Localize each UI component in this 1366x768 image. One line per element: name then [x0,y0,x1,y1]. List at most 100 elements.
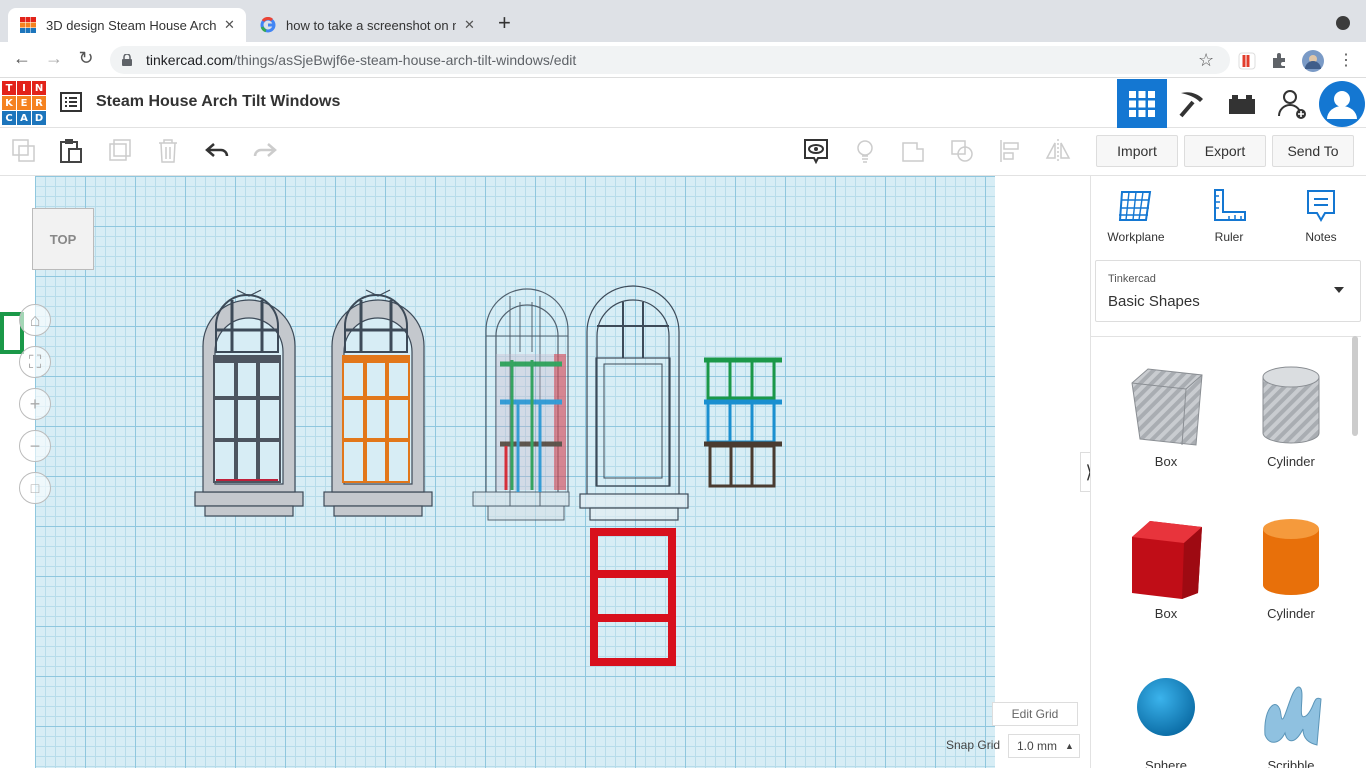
stepper-icon: ▲ [1065,741,1074,751]
notes-visibility-icon[interactable] [803,138,829,164]
fit-view-icon[interactable]: ⛶ [19,346,51,378]
reload-icon[interactable]: ↻ [74,48,98,69]
shape-cylinder-hole[interactable]: Cylinder [1236,361,1346,469]
delete-icon[interactable] [155,138,181,164]
mode-3d-design-button[interactable] [1117,79,1167,128]
url-host: tinkercad.com [146,52,234,68]
logo-letter: I [17,81,31,95]
redo-icon[interactable] [252,138,278,164]
logo-letter: D [32,111,46,125]
lock-icon [122,54,132,66]
ungroup-icon[interactable] [949,138,975,164]
panel-scrollbar[interactable] [1352,336,1358,436]
tab-title: 3D design Steam House Arch Tilt W [46,17,216,33]
back-icon[interactable]: ← [10,48,34,69]
group-icon[interactable] [900,138,926,164]
snap-grid-label: Snap Grid [946,738,1001,752]
grid-view-icon [1129,90,1155,117]
bookmark-star-icon[interactable]: ☆ [1198,50,1214,71]
arch-window-4-outline[interactable] [579,285,689,521]
sash-red[interactable] [590,528,676,666]
arch-window-2[interactable] [323,289,433,517]
home-view-icon[interactable]: ⌂ [19,304,51,336]
arch-window-3-transparent[interactable] [472,288,570,521]
zoom-out-icon[interactable]: − [19,430,51,462]
profile-avatar[interactable] [1302,50,1324,72]
edit-grid-button[interactable]: Edit Grid [992,702,1078,726]
close-tab-icon[interactable]: ✕ [224,17,235,33]
mirror-icon[interactable] [1045,138,1071,164]
notes-label: Notes [1305,230,1337,244]
shape-label: Box [1154,606,1178,621]
shape-cylinder[interactable]: Cylinder [1236,513,1346,621]
pickaxe-icon [1179,91,1203,117]
user-avatar[interactable] [1317,79,1366,128]
import-button[interactable]: Import [1096,135,1178,167]
ruler-tool[interactable]: Ruler [1189,188,1269,244]
extension-icon[interactable] [1238,52,1256,70]
google-icon [260,17,276,33]
perspective-icon[interactable]: □ [19,472,51,504]
mode-blocks-button[interactable] [1167,79,1217,128]
notes-tool[interactable]: Notes [1281,188,1361,244]
snap-grid-select[interactable]: 1.0 mm ▲ [1008,734,1080,758]
shape-library-select[interactable]: Tinkercad Basic Shapes [1095,260,1361,322]
lightbulb-icon[interactable] [852,138,878,164]
url-path: /things/asSjeBwjf6e-steam-house-arch-til… [233,52,577,68]
shapes-panel: Workplane Ruler Notes Tinkercad Basic Sh… [1090,176,1366,768]
notes-icon [1307,190,1335,223]
chrome-menu-icon[interactable]: ⋮ [1338,50,1354,70]
tinkercad-logo[interactable]: T I N K E R C A D [2,81,46,125]
library-name: Basic Shapes [1108,293,1200,310]
workplane-canvas[interactable]: TOP ⌂ ⛶ + − □ ⟩ Edit Grid Snap Grid 1.0 … [0,176,1090,768]
shape-label: Cylinder [1267,454,1315,469]
add-user-icon [1278,89,1306,119]
sphere-icon [1137,678,1195,736]
align-icon[interactable] [998,138,1024,164]
tab-tinkercad[interactable]: 3D design Steam House Arch Tilt W ✕ [8,8,246,42]
tab-search-icon[interactable] [1336,16,1350,30]
zoom-in-icon[interactable]: + [19,388,51,420]
shape-scribble[interactable]: Scribble [1236,665,1346,768]
workplane-label: Workplane [1107,230,1165,244]
logo-letter: T [2,81,16,95]
ruler-icon [1214,189,1246,221]
shape-grid: Box Cylinder Box Cylinder Sphere Scribbl… [1091,336,1361,768]
export-button[interactable]: Export [1184,135,1266,167]
shape-label: Box [1154,454,1178,469]
address-bar-row: ← → ↻ tinkercad.com/things/asSjeBwjf6e-s… [0,42,1366,78]
url-field[interactable]: tinkercad.com/things/asSjeBwjf6e-steam-h… [110,46,1230,74]
forward-icon[interactable]: → [42,48,66,69]
view-cube[interactable]: TOP [32,208,94,270]
workplane-tool[interactable]: Workplane [1096,188,1176,244]
browser-tab-bar: 3D design Steam House Arch Tilt W ✕ how … [0,0,1366,42]
shape-label: Sphere [1145,758,1187,768]
design-scene[interactable] [0,176,1090,768]
copy-icon[interactable] [11,138,37,164]
duplicate-icon[interactable] [107,138,133,164]
tinkercad-favicon-icon [20,17,36,33]
close-tab-icon[interactable]: ✕ [464,17,475,33]
mode-bricks-button[interactable] [1217,79,1267,128]
design-list-icon[interactable] [60,92,82,112]
design-title[interactable]: Steam House Arch Tilt Windows [96,93,340,111]
paste-icon[interactable] [58,138,84,164]
cylinder-hole-icon [1262,366,1320,444]
shape-sphere[interactable]: Sphere [1111,665,1221,768]
shape-box[interactable]: Box [1111,513,1221,621]
sash-green-blue-brown[interactable] [704,357,782,488]
add-user-button[interactable] [1267,79,1317,128]
shape-box-hole[interactable]: Box [1111,361,1221,469]
shape-label: Scribble [1267,758,1315,768]
tab-google-search[interactable]: how to take a screenshot on mac ✕ [250,8,490,42]
undo-icon[interactable] [204,138,230,164]
puzzle-icon[interactable] [1270,52,1288,70]
collapse-panel-button[interactable]: ⟩ [1080,452,1090,492]
shape-label: Cylinder [1267,606,1315,621]
send-to-button[interactable]: Send To [1272,135,1354,167]
logo-letter: C [2,111,16,125]
library-category: Tinkercad [1108,273,1156,285]
new-tab-button[interactable]: + [498,12,511,34]
logo-letter: E [17,96,31,110]
arch-window-1[interactable] [194,289,304,517]
